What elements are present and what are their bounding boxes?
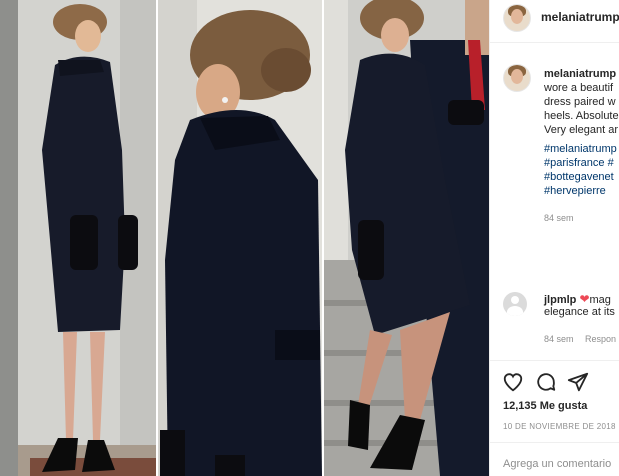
caption-text-line: Very elegant ar <box>544 124 618 136</box>
hashtag-link[interactable]: #melaniatrump <box>544 143 617 156</box>
reply-link[interactable]: Respon <box>585 334 616 344</box>
comment-icon[interactable] <box>535 371 557 393</box>
caption-text-line: heels. Absolute <box>544 110 619 122</box>
hashtag-link[interactable]: #hervepierre <box>544 185 606 198</box>
comment-text-line2: elegance at its <box>544 306 615 318</box>
commenter-avatar[interactable] <box>503 292 527 316</box>
caption-text-line: wore a beautif <box>544 82 614 94</box>
likes-count[interactable]: 12,135 Me gusta <box>503 400 587 412</box>
comment-text: mag <box>589 294 611 306</box>
comment-timestamp: 84 sem <box>544 334 574 344</box>
caption-text-line: dress paired w <box>544 96 616 108</box>
header-divider <box>489 42 619 43</box>
hashtag-link[interactable]: #parisfrance # <box>544 157 614 170</box>
comment-divider <box>489 442 619 443</box>
hashtag-link[interactable]: #bottegavenet <box>544 171 614 184</box>
comment-username[interactable]: jlpmlp <box>544 294 576 306</box>
post-date: 10 DE NOVIEMBRE DE 2018 <box>503 422 616 431</box>
caption-timestamp: 84 sem <box>544 213 574 223</box>
red-heart-emoji-icon: ❤ <box>579 292 590 306</box>
comment-line: jlpmlp ❤mag <box>544 292 611 306</box>
caption-username[interactable]: melaniatrump <box>544 68 616 81</box>
actions-divider <box>489 360 619 361</box>
caption-avatar[interactable] <box>503 64 531 92</box>
header-username[interactable]: melaniatrump. <box>541 10 619 24</box>
photo-collage <box>0 0 489 476</box>
share-icon[interactable] <box>567 371 589 393</box>
comment-input[interactable]: Agrega un comentario <box>503 458 611 470</box>
post-photo[interactable] <box>0 0 489 476</box>
profile-avatar[interactable] <box>503 4 531 32</box>
heart-icon[interactable] <box>502 371 524 393</box>
